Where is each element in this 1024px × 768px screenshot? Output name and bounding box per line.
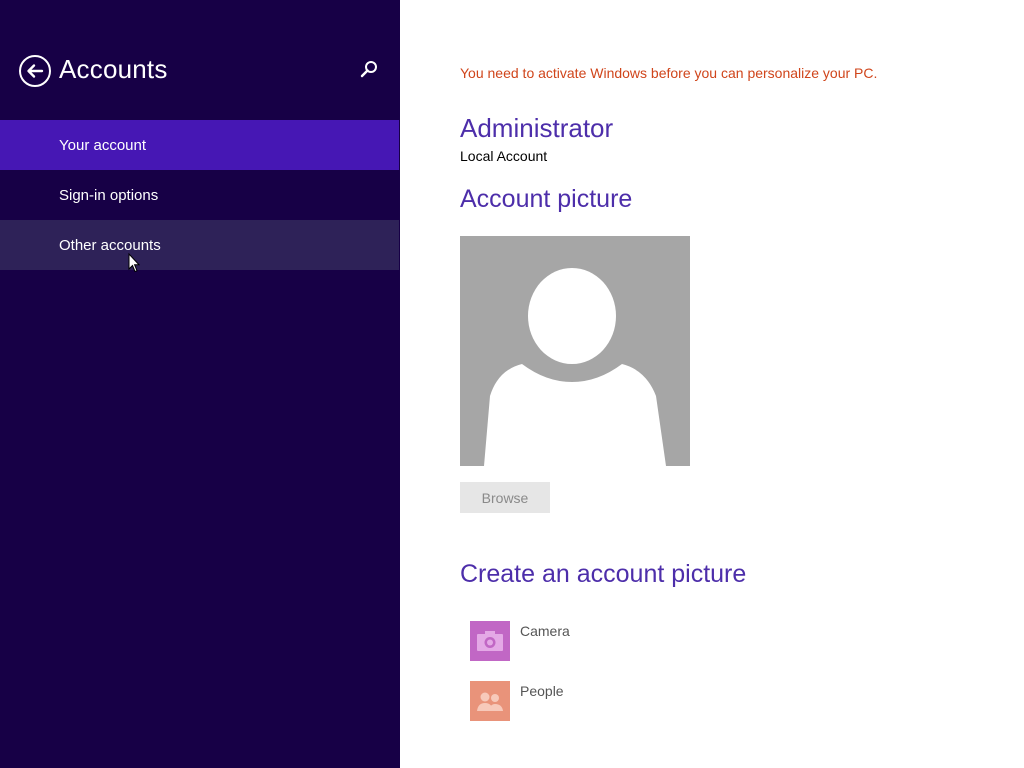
back-arrow-icon [27, 64, 44, 78]
activation-warning: You need to activate Windows before you … [460, 65, 878, 81]
sidebar: Accounts Your account Sign-in options Ot… [0, 0, 400, 768]
user-name: Administrator [460, 113, 614, 143]
search-icon [360, 61, 377, 78]
people-icon [470, 681, 510, 721]
sidebar-item-label: Sign-in options [59, 186, 159, 204]
sidebar-item-label: Other accounts [59, 236, 161, 254]
account-picture [460, 236, 690, 466]
account-type: Local Account [460, 148, 548, 164]
sidebar-nav: Your account Sign-in options Other accou… [0, 120, 399, 270]
create-picture-heading: Create an account picture [460, 560, 747, 588]
camera-icon [470, 621, 510, 661]
back-button[interactable] [19, 55, 51, 87]
sidebar-item-your-account[interactable]: Your account [0, 120, 399, 170]
people-app-item[interactable]: People [470, 681, 564, 721]
main-content: You need to activate Windows before you … [400, 0, 1024, 768]
sidebar-item-label: Your account [59, 136, 147, 154]
account-picture-heading: Account picture [460, 185, 633, 213]
browse-button[interactable]: Browse [460, 482, 550, 513]
default-user-silhouette-icon [484, 268, 666, 466]
sidebar-item-sign-in-options[interactable]: Sign-in options [0, 170, 399, 220]
camera-label: Camera [520, 623, 570, 639]
mouse-cursor-icon [128, 253, 140, 273]
page-title: Accounts [59, 54, 168, 84]
people-label: People [520, 683, 564, 699]
camera-app-item[interactable]: Camera [470, 621, 570, 661]
sidebar-item-other-accounts[interactable]: Other accounts [0, 220, 399, 270]
search-button[interactable] [358, 58, 382, 82]
